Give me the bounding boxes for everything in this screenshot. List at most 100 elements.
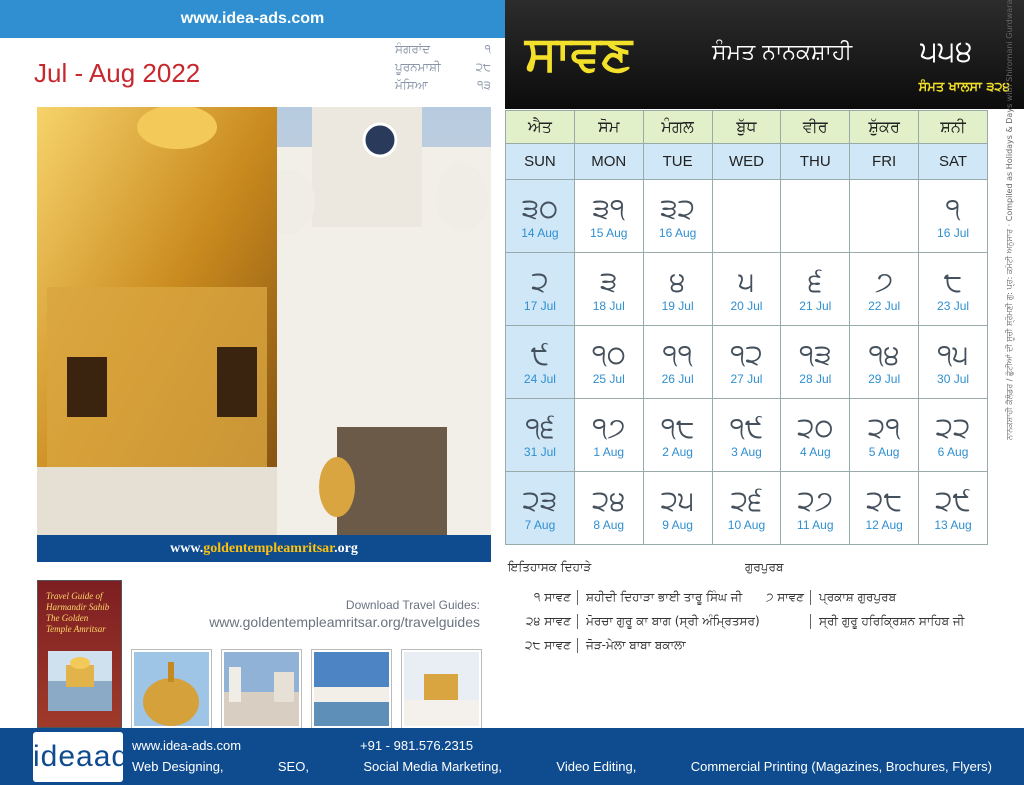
day-cell[interactable]: ੩੦ 14 Aug [505, 179, 575, 253]
sangrand-info: ਸੰਗਰਾਂਦ ੧ ਪੂਰਨਮਾਸ਼ੀ ੨੮ ਮੱਸਿਆ ੧੩ [395, 40, 491, 94]
weekday-gur: ਸ਼ਨੀ [918, 110, 988, 144]
weekday-row-gurmukhi: ਐਤ ਸੋਮ ਮੰਗਲ ਬੁੱਧ ਵੀਰ ਸ਼ੁੱਕਰ ਸ਼ਨੀ [505, 110, 988, 144]
day-cell[interactable]: ੩੨ 16 Aug [642, 179, 713, 253]
day-cell[interactable]: ੨੪ 8 Aug [573, 471, 644, 545]
day-cell[interactable]: ੨੦ 4 Aug [780, 398, 851, 472]
gurpurab-heading: ਗੁਰਪੁਰਬ [745, 560, 784, 574]
day-cell[interactable]: ੧੨ 27 Jul [711, 325, 782, 399]
day-cell[interactable]: ੬ 21 Jul [780, 252, 851, 326]
day-cell[interactable]: ੧੩ 28 Jul [780, 325, 851, 399]
historic-days-heading: ਇਤਿਹਾਸਕ ਦਿਹਾੜੇ [508, 560, 592, 574]
thumbnail-temple[interactable] [402, 650, 481, 728]
day-cell[interactable]: ੨੯ 13 Aug [918, 471, 988, 545]
day-punjabi: ੯ [530, 338, 550, 371]
day-gregorian: 23 Jul [937, 299, 970, 313]
photo-caption-link[interactable]: www.goldentempleamritsar.org [37, 535, 491, 562]
event-text: ਸ਼ਹੀਦੀ ਦਿਹਾੜਾ ਭਾਈ ਤਾਰੂ ਸਿੰਘ ਜੀ [586, 590, 743, 604]
day-gregorian: 25 Jul [592, 372, 625, 386]
day-cell[interactable]: ੧੦ 25 Jul [573, 325, 644, 399]
day-cell[interactable]: ੧੯ 3 Aug [711, 398, 782, 472]
day-cell[interactable] [780, 179, 851, 253]
day-gregorian: 29 Jul [868, 372, 901, 386]
thumbnail-strip [132, 650, 481, 728]
sangrand-label: ਸੰਗਰਾਂਦ [395, 42, 431, 56]
event-date: ੧ ਸਾਵਣ [508, 590, 578, 605]
day-cell[interactable]: ੧੮ 2 Aug [642, 398, 713, 472]
day-gregorian: 6 Aug [937, 445, 969, 459]
footer-services: Web Designing, SEO, Social Media Marketi… [132, 759, 992, 774]
day-punjabi: ੨੦ [797, 411, 834, 444]
day-cell[interactable]: ੧੫ 30 Jul [918, 325, 988, 399]
day-punjabi: ੧੨ [730, 338, 763, 371]
day-punjabi: ੧੯ [729, 411, 764, 444]
weekday-gur: ਸ਼ੁੱਕਰ [849, 110, 920, 144]
sangrand-row: ਸੰਗਰਾਂਦ ੧ [395, 40, 491, 58]
day-punjabi: ੨੭ [797, 484, 834, 517]
event-date [735, 614, 811, 629]
day-cell[interactable]: ੧੪ 29 Jul [849, 325, 920, 399]
day-cell[interactable]: ੫ 20 Jul [711, 252, 782, 326]
historic-event: ੨੮ ਸਾਵਣ ਜੋੜ-ਮੇਲਾ ਬਾਬਾ ਬਕਾਲਾ [508, 638, 686, 653]
day-gregorian: 11 Aug [797, 518, 834, 532]
day-punjabi: ੨੨ [935, 411, 971, 444]
puranmashi-value: ੨੮ [475, 60, 491, 74]
day-gregorian: 17 Jul [523, 299, 556, 313]
weekday-eng: MON [573, 143, 644, 180]
download-label: Download Travel Guides: [345, 598, 480, 612]
day-cell[interactable]: ੧੬ 31 Jul [505, 398, 575, 472]
week-row: ੨੩ 7 Aug ੨੪ 8 Aug ੨੫ 9 Aug ੨੬ 10 Aug ੨੭ 11 Au… [505, 471, 988, 545]
weekday-eng: THU [780, 143, 851, 180]
day-punjabi: ੨ [531, 265, 549, 298]
event-text: ਜੋੜ-ਮੇਲਾ ਬਾਬਾ ਬਕਾਲਾ [586, 638, 686, 652]
footer-url[interactable]: www.idea-ads.com [132, 738, 241, 753]
day-punjabi: ੨੬ [730, 484, 763, 517]
day-cell[interactable]: ੨੨ 6 Aug [918, 398, 988, 472]
weekday-eng: FRI [849, 143, 920, 180]
day-cell[interactable]: ੨ 17 Jul [505, 252, 575, 326]
top-url-banner[interactable]: www.idea-ads.com [0, 0, 505, 38]
event-date: ੨੮ ਸਾਵਣ [508, 638, 578, 653]
day-punjabi: ੪ [669, 265, 686, 298]
day-gregorian: 22 Jul [868, 299, 901, 313]
thumbnail-dome[interactable] [132, 650, 211, 728]
thumbnail-pool[interactable] [312, 650, 391, 728]
download-link[interactable]: www.goldentempleamritsar.org/travelguide… [200, 614, 480, 630]
day-cell[interactable]: ੨੭ 11 Aug [780, 471, 851, 545]
masya-row: ਮੱਸਿਆ ੧੩ [395, 76, 491, 94]
day-cell[interactable] [711, 179, 782, 253]
event-text: ਮੋਰਚਾ ਗੁਰੂ ਕਾ ਬਾਗ (ਸ੍ਰੀ ਅੰਮ੍ਰਿਤਸਰ) [586, 614, 760, 628]
day-gregorian: 30 Jul [937, 372, 970, 386]
day-punjabi: ੨੪ [591, 484, 626, 517]
day-gregorian: 4 Aug [799, 445, 831, 459]
day-punjabi: ੨੧ [867, 411, 901, 444]
day-cell[interactable]: ੩੧ 15 Aug [573, 179, 644, 253]
day-cell[interactable]: ੩ 18 Jul [573, 252, 644, 326]
day-cell[interactable]: ੭ 22 Jul [849, 252, 920, 326]
book-title: Travel Guide of Harmandir Sahib The Gold… [46, 591, 110, 634]
day-cell[interactable]: ੧ 16 Jul [918, 179, 988, 253]
day-cell[interactable]: ੧੧ 26 Jul [642, 325, 713, 399]
week-row: ੧੬ 31 Jul ੧੭ 1 Aug ੧੮ 2 Aug ੧੯ 3 Aug ੨੦ 4 Aug… [505, 398, 988, 472]
day-cell[interactable]: ੨੫ 9 Aug [642, 471, 713, 545]
month-name: ਸਾਵਣ [525, 26, 632, 82]
day-cell[interactable]: ੪ 19 Jul [642, 252, 713, 326]
samat-khalsa: ਸੰਮਤ ਖਾਲਸਾ ੩੨੪ [918, 80, 1010, 95]
weekday-gur: ਮੰਗਲ [642, 110, 713, 144]
month-range-title: Jul - Aug 2022 [34, 58, 201, 88]
thumbnail-walkway[interactable] [222, 650, 301, 728]
day-cell[interactable]: ੨੮ 12 Aug [849, 471, 920, 545]
day-gregorian: 12 Aug [865, 518, 903, 532]
day-punjabi: ੨੮ [866, 484, 903, 517]
day-cell[interactable]: ੨੧ 5 Aug [849, 398, 920, 472]
masya-label: ਮੱਸਿਆ [395, 78, 428, 92]
day-gregorian: 15 Aug [590, 226, 628, 240]
travel-guide-book[interactable]: Travel Guide of Harmandir Sahib The Gold… [37, 580, 122, 728]
day-cell[interactable]: ੧੭ 1 Aug [573, 398, 644, 472]
day-cell[interactable] [849, 179, 920, 253]
day-cell[interactable]: ੯ 24 Jul [505, 325, 575, 399]
day-cell[interactable]: ੨੬ 10 Aug [711, 471, 782, 545]
day-cell[interactable]: ੨੩ 7 Aug [505, 471, 575, 545]
day-cell[interactable]: ੮ 23 Jul [918, 252, 988, 326]
weekday-gur: ਐਤ [505, 110, 575, 144]
idea-ads-logo[interactable]: ideaads [33, 732, 144, 782]
